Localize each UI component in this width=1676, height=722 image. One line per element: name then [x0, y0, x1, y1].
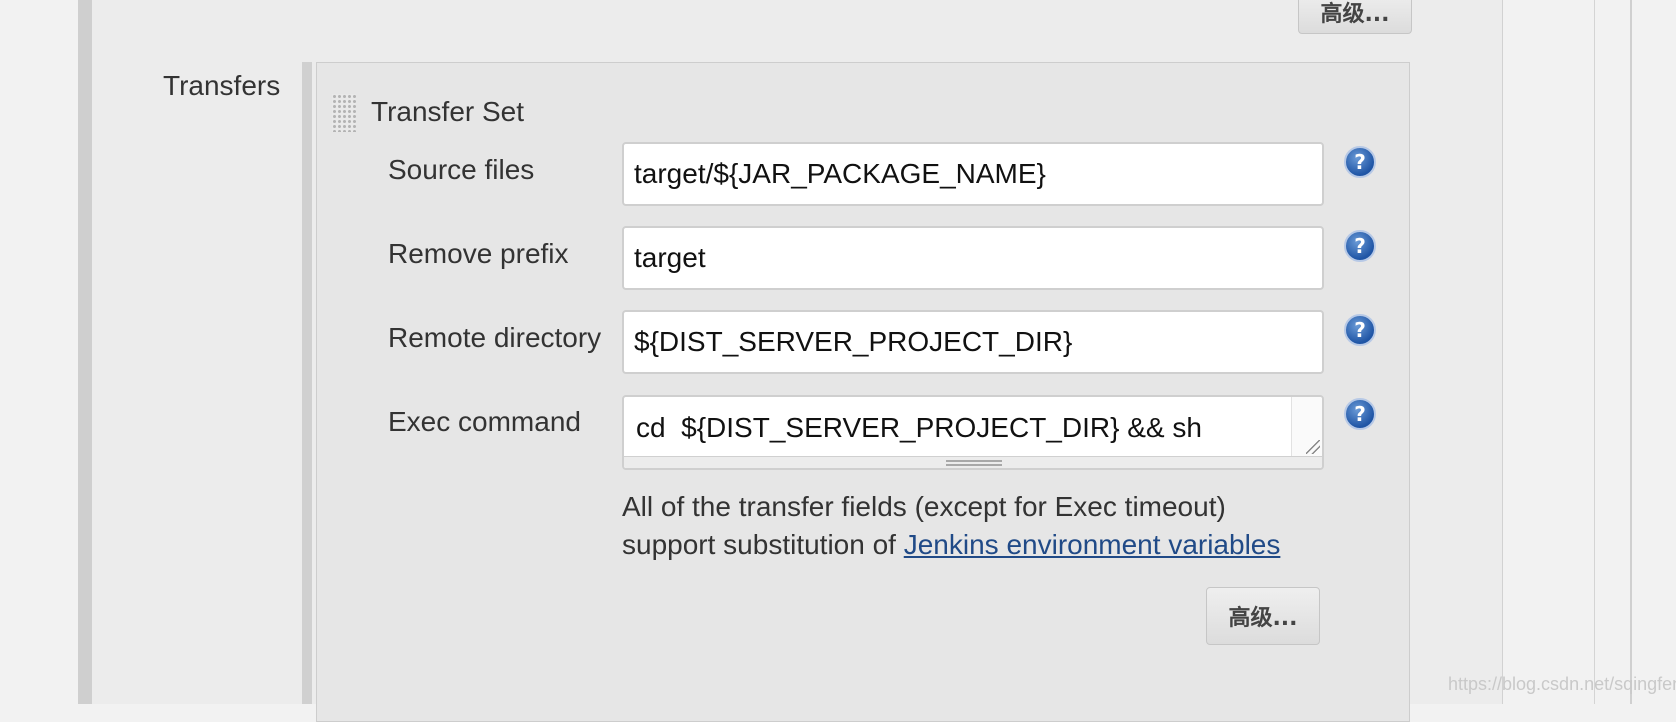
remove-prefix-input[interactable] — [622, 226, 1324, 290]
textarea-resize-bar[interactable] — [624, 456, 1322, 468]
source-files-label: Source files — [388, 154, 535, 185]
note-line-2-text: support substitution of — [622, 529, 904, 560]
transfer-set-repeat-bar — [302, 62, 312, 704]
help-icon[interactable]: ? — [1344, 398, 1376, 430]
help-icon[interactable]: ? — [1344, 230, 1376, 262]
jenkins-env-vars-link[interactable]: Jenkins environment variables — [904, 529, 1281, 560]
watermark: https://blog.csdn.net/sqingfeng — [1448, 674, 1676, 694]
divider — [1594, 0, 1595, 704]
note-line-2: support substitution of Jenkins environm… — [622, 526, 1342, 564]
advanced-button[interactable]: 高级... — [1206, 587, 1320, 645]
drag-handle-icon[interactable] — [332, 94, 356, 132]
advanced-button-top[interactable]: 高级... — [1298, 0, 1412, 34]
note-line-1: All of the transfer fields (except for E… — [622, 491, 1226, 522]
transfers-label: Transfers — [163, 70, 281, 101]
exec-command-field: cd ${DIST_SERVER_PROJECT_DIR} && sh — [622, 395, 1324, 470]
outer-repeat-bar — [78, 0, 92, 704]
remote-directory-label: Remote directory — [388, 322, 602, 353]
divider — [1630, 0, 1632, 704]
grip-icon — [946, 460, 1002, 466]
transfer-set-title: Transfer Set — [371, 96, 525, 127]
exec-command-label: Exec command — [388, 406, 581, 437]
substitution-note: All of the transfer fields (except for E… — [622, 488, 1342, 564]
resize-handle-icon[interactable] — [1306, 440, 1320, 454]
remove-prefix-label: Remove prefix — [388, 238, 569, 269]
exec-command-textarea[interactable]: cd ${DIST_SERVER_PROJECT_DIR} && sh — [624, 397, 1290, 459]
help-icon[interactable]: ? — [1344, 146, 1376, 178]
source-files-input[interactable] — [622, 142, 1324, 206]
remote-directory-input[interactable] — [622, 310, 1324, 374]
help-icon[interactable]: ? — [1344, 314, 1376, 346]
